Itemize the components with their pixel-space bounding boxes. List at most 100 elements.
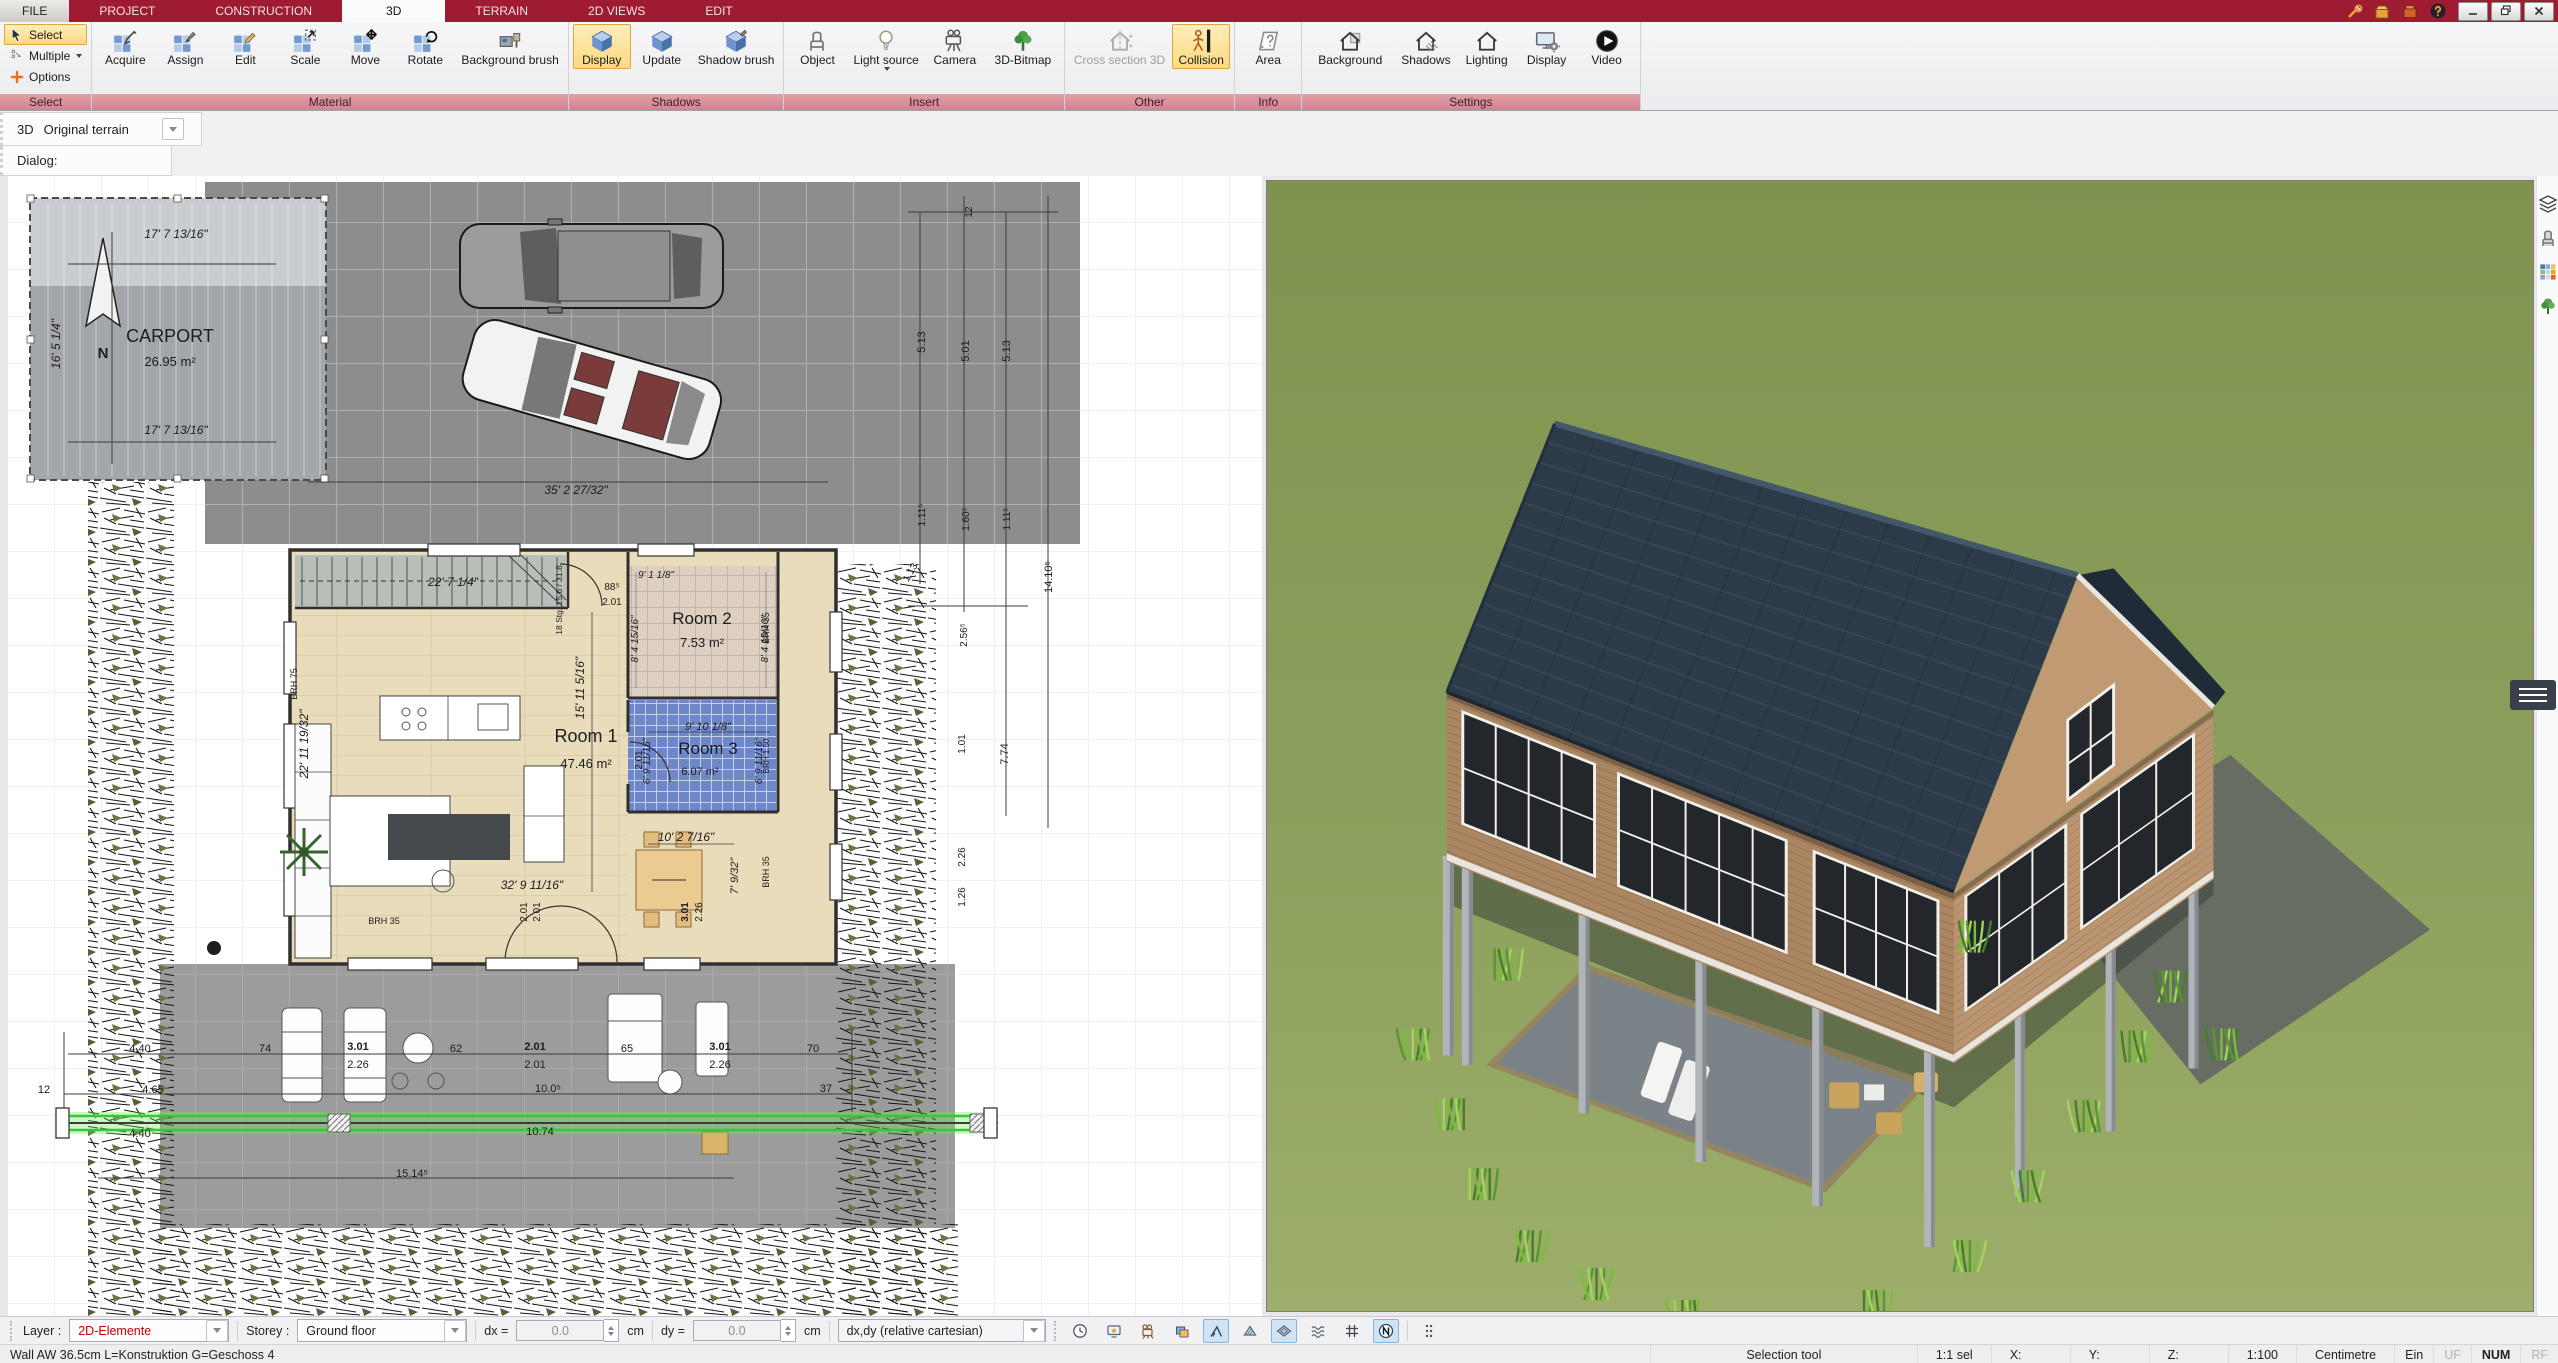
plan-label: 70 [807,1043,819,1055]
materials-palette-icon[interactable] [2538,262,2558,282]
background-brush-button[interactable]: Background brush [456,24,563,69]
plan-label: 2.56⁵ [959,623,970,647]
chevron-down-icon[interactable] [206,1320,228,1342]
dx-unit: cm [627,1324,644,1338]
plan-label: 1.60⁵ [961,507,972,531]
group-label-info: Info [1235,94,1301,110]
restore-button[interactable] [2491,2,2521,21]
plants-icon[interactable] [2538,296,2558,316]
scale-button[interactable]: Scale [276,24,334,69]
2d-plan-viewport[interactable]: CARPORT26.95 m²17' 7 13/16"17' 7 13/16"1… [8,176,1262,1316]
catalog-strip [2536,176,2558,1316]
settings-display-button[interactable]: Display [1518,24,1576,69]
tab-edit[interactable]: EDIT [675,0,762,22]
tab-construction[interactable]: CONSTRUCTION [185,0,342,22]
group-label-shadows: Shadows [569,94,784,110]
insert-camera-button[interactable]: Camera [926,24,984,69]
north-compass-toggle[interactable] [1373,1319,1399,1343]
edit-button[interactable]: Edit [216,24,274,69]
3d-viewport[interactable] [1266,180,2534,1312]
area-button[interactable]: Area [1239,24,1297,69]
furniture-icon[interactable] [2538,228,2558,248]
cross-section-icon [1107,28,1133,54]
shadow-update-button[interactable]: Update [633,24,691,69]
multiple-button[interactable]: Multiple [4,45,87,66]
plan-label: 37 [820,1083,832,1095]
layers-icon[interactable] [2538,194,2558,214]
plan-label: 16' 5 1/4" [49,318,63,369]
time-of-day-toggle[interactable] [1067,1319,1093,1343]
toolbar-grip[interactable] [10,1321,15,1341]
selection-handle[interactable] [56,1108,69,1138]
rotate-button[interactable]: Rotate [396,24,454,69]
terrain-select[interactable]: Original terrain [44,118,184,140]
cube-brush-icon [723,28,749,54]
chevron-down-icon[interactable] [444,1320,466,1342]
insert-object-button[interactable]: Object [788,24,846,69]
shadow-display-button[interactable]: Display [573,24,631,69]
panel-expand-handle[interactable] [2510,680,2556,710]
house-background-icon [1337,28,1363,54]
close-button[interactable] [2524,2,2554,21]
tab-3d[interactable]: 3D [342,0,445,22]
plan-label: 2.26 [347,1059,368,1071]
contour-lines-toggle[interactable] [1305,1319,1331,1343]
dy-input[interactable]: 0.0 [693,1319,796,1342]
plan-label: 9' 10 1/8" [685,721,732,733]
settings-shadows-button[interactable]: Shadows [1396,24,1455,69]
overflow-dots-icon[interactable] [1416,1319,1442,1343]
plan-label: 17' 7 13/16" [144,227,208,241]
cross-section-3d-button[interactable]: Cross section 3D [1069,24,1170,69]
layer-select[interactable]: 2D-Elemente [69,1319,229,1342]
acquire-button[interactable]: Acquire [96,24,154,69]
dx-input[interactable]: 0.0 [516,1319,619,1342]
tab-project[interactable]: PROJECT [69,0,185,22]
grid-toggle[interactable] [1339,1319,1365,1343]
chevron-down-icon[interactable] [162,118,184,140]
plan-label: 2.01 [524,1059,545,1071]
storey-select[interactable]: Ground floor [297,1319,467,1342]
package-icon[interactable] [2373,2,2391,20]
workshop-icon[interactable] [2401,2,2419,20]
settings-lighting-button[interactable]: Lighting [1458,24,1516,69]
help-icon[interactable] [2429,2,2447,20]
plan-label: 17' 7 13/16" [144,423,208,437]
dy-input-value[interactable]: 0.0 [693,1320,781,1341]
settings-background-button[interactable]: Background [1306,24,1394,69]
dx-spinner[interactable] [604,1319,619,1342]
minimize-button[interactable] [2458,2,2488,21]
plan-label: 22' 7 1/4" [427,575,479,589]
coordinate-mode-select[interactable]: dx,dy (relative cartesian) [838,1319,1046,1342]
chevron-down-icon[interactable] [1023,1320,1045,1342]
insert-3d-bitmap-button[interactable]: 3D-Bitmap [986,24,1060,69]
plan-label: BRH 35 [368,916,400,926]
house-shadows-icon [1413,28,1439,54]
images-toggle[interactable] [1169,1319,1195,1343]
options-button[interactable]: Options [4,66,87,87]
collision-button[interactable]: Collision [1172,24,1230,69]
tab-terrain[interactable]: TERRAIN [445,0,558,22]
ribbon: Select Multiple Options Select Acquire A… [0,22,2558,111]
group-label-other: Other [1065,94,1234,110]
ribbon-group-material: Acquire Assign Edit Scale Move Rotate Ba… [92,22,568,110]
move-button[interactable]: Move [336,24,394,69]
dx-input-value[interactable]: 0.0 [516,1320,604,1341]
assign-button[interactable]: Assign [156,24,214,69]
tools-icon[interactable] [2345,2,2363,20]
select-button[interactable]: Select [4,24,87,45]
tab-file[interactable]: FILE [0,0,69,22]
roof-angle-toggle[interactable] [1203,1319,1229,1343]
video-button[interactable]: Video [1578,24,1636,69]
plan-label: 2.01 [532,902,543,922]
selection-handle[interactable] [984,1108,997,1138]
toolbar-grip[interactable] [1054,1321,1059,1341]
status-flag-num: NUM [2471,1345,2520,1363]
roof-hatch-toggle[interactable] [1237,1319,1263,1343]
dy-spinner[interactable] [781,1319,796,1342]
screen-preview-toggle[interactable] [1101,1319,1127,1343]
light-source-button[interactable]: Light source [848,24,923,73]
floor-tile-toggle[interactable] [1271,1319,1297,1343]
tab-2d-views[interactable]: 2D VIEWS [558,0,675,22]
camera-path-toggle[interactable] [1135,1319,1161,1343]
shadow-brush-button[interactable]: Shadow brush [693,24,780,69]
